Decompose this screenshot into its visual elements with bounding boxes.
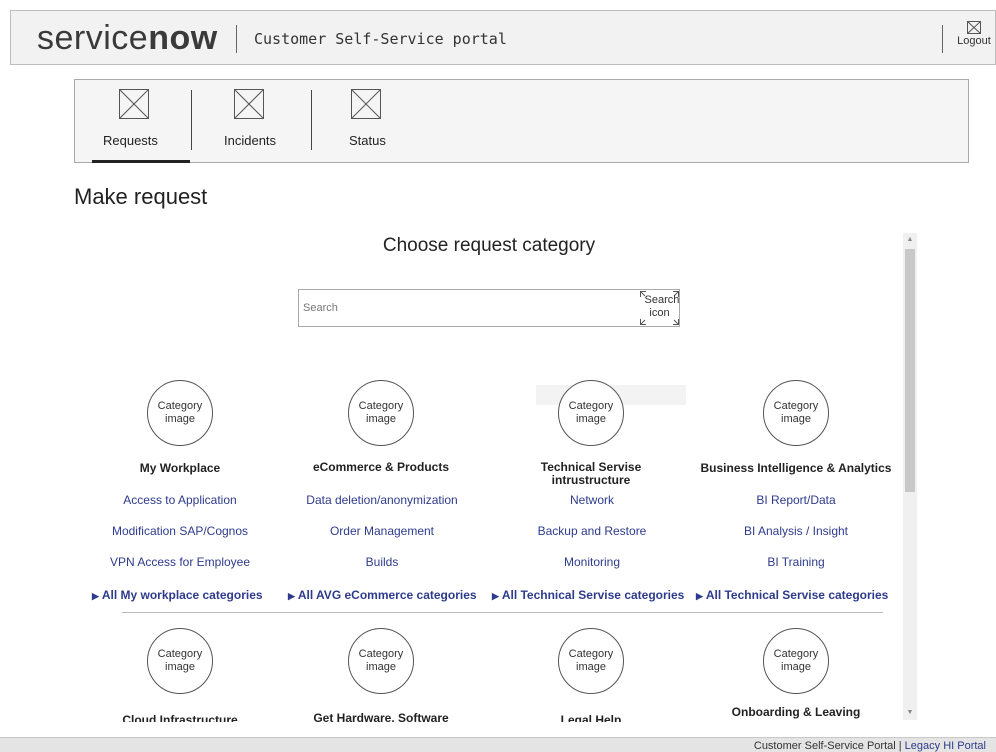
scroll-up-arrow[interactable]: ▲ bbox=[903, 233, 917, 247]
category-title[interactable]: My Workplace bbox=[75, 462, 285, 475]
category-image[interactable]: Category image bbox=[147, 380, 213, 446]
category-panel: Choose request category Search icon Cate… bbox=[74, 228, 920, 722]
category-link[interactable]: BI Report/Data bbox=[691, 493, 901, 507]
footer-portal-label: Customer Self-Service Portal | bbox=[753, 740, 905, 752]
tab-requests-label: Requests bbox=[103, 133, 158, 148]
logo-now-text: now bbox=[148, 19, 218, 57]
search-input[interactable] bbox=[301, 291, 639, 325]
row-divider bbox=[122, 612, 883, 613]
triangle-right-icon: ▶ bbox=[492, 591, 499, 601]
category-link[interactable]: Builds bbox=[277, 555, 487, 569]
all-categories-link[interactable]: ▶ All My workplace categories bbox=[92, 588, 263, 602]
tab-requests[interactable]: Requests bbox=[92, 80, 190, 163]
category-image[interactable]: Category image bbox=[147, 628, 213, 694]
tab-divider bbox=[191, 90, 192, 150]
tab-incidents-label: Incidents bbox=[224, 133, 277, 148]
category-link[interactable]: Monitoring bbox=[487, 555, 697, 569]
scrollbar-thumb[interactable] bbox=[905, 249, 915, 492]
category-link[interactable]: VPN Access for Employee bbox=[75, 555, 285, 569]
category-image[interactable]: Category image bbox=[348, 380, 414, 446]
all-categories-link[interactable]: ▶ All Technical Servise categories bbox=[492, 588, 684, 602]
category-title[interactable]: Business Intelligence & Analytics bbox=[686, 462, 906, 475]
category-link[interactable]: Data deletion/anonymization bbox=[277, 493, 487, 507]
legacy-portal-link[interactable]: Legacy HI Portal bbox=[905, 740, 986, 752]
choose-category-heading: Choose request category bbox=[382, 235, 596, 256]
category-image[interactable]: Category image bbox=[763, 380, 829, 446]
triangle-right-icon: ▶ bbox=[92, 591, 99, 601]
category-link[interactable]: BI Training bbox=[691, 555, 901, 569]
tab-status[interactable]: Status bbox=[333, 80, 403, 163]
all-categories-label: All AVG eCommerce categories bbox=[297, 588, 477, 602]
all-categories-label: All Technical Servise categories bbox=[705, 588, 889, 602]
footer-text: Customer Self-Service Portal | Legacy HI… bbox=[754, 740, 986, 752]
category-title[interactable]: Cloud Infrastructure bbox=[75, 714, 285, 723]
category-image[interactable]: Category image bbox=[763, 628, 829, 694]
status-icon bbox=[351, 89, 381, 119]
portal-title: Customer Self-Service portal bbox=[254, 30, 507, 48]
category-title[interactable]: Legal Help bbox=[486, 714, 696, 723]
triangle-right-icon: ▶ bbox=[696, 591, 703, 601]
incidents-icon bbox=[234, 89, 264, 119]
search-bar: Search icon bbox=[298, 289, 680, 327]
header-divider-right bbox=[942, 25, 943, 53]
category-link[interactable]: Modification SAP/Cognos bbox=[75, 524, 285, 538]
nav-tabs: Requests Incidents Status bbox=[74, 79, 969, 163]
search-button[interactable]: Search icon bbox=[640, 291, 679, 325]
category-link[interactable]: BI Analysis / Insight bbox=[691, 524, 901, 538]
category-title[interactable]: Onboarding & Leaving bbox=[686, 706, 906, 719]
category-link[interactable]: Network bbox=[487, 493, 697, 507]
logout-label: Logout bbox=[957, 35, 991, 47]
category-title[interactable]: Technical Servise intrustructure bbox=[486, 461, 696, 487]
all-categories-link[interactable]: ▶ All AVG eCommerce categories bbox=[288, 588, 477, 602]
page-title: Make request bbox=[74, 184, 208, 209]
logout-button[interactable]: Logout bbox=[951, 21, 996, 47]
logout-icon bbox=[967, 21, 981, 34]
all-categories-label: All My workplace categories bbox=[101, 588, 263, 602]
category-link[interactable]: Order Management bbox=[277, 524, 487, 538]
logo-service-text: service bbox=[37, 19, 149, 57]
header-divider bbox=[236, 25, 237, 53]
triangle-right-icon: ▶ bbox=[288, 591, 295, 601]
category-image[interactable]: Category image bbox=[558, 380, 624, 446]
category-image[interactable]: Category image bbox=[348, 628, 414, 694]
category-link[interactable]: Backup and Restore bbox=[487, 524, 697, 538]
app-header: servicenow Customer Self-Service portal … bbox=[10, 10, 996, 65]
tab-incidents[interactable]: Incidents bbox=[210, 80, 290, 163]
scroll-down-arrow[interactable]: ▼ bbox=[903, 706, 917, 720]
category-link[interactable]: Access to Application bbox=[75, 493, 285, 507]
scrollbar[interactable]: ▲ ▼ bbox=[903, 233, 917, 720]
category-title[interactable]: Get Hardware, Software bbox=[276, 712, 486, 723]
footer: Customer Self-Service Portal | Legacy HI… bbox=[0, 737, 996, 752]
requests-icon bbox=[119, 89, 149, 119]
all-categories-link[interactable]: ▶ All Technical Servise categories bbox=[696, 588, 888, 602]
category-title[interactable]: eCommerce & Products bbox=[276, 461, 486, 474]
category-image[interactable]: Category image bbox=[558, 628, 624, 694]
tab-divider bbox=[311, 90, 312, 150]
servicenow-logo[interactable]: servicenow bbox=[37, 19, 218, 57]
tab-status-label: Status bbox=[349, 133, 386, 148]
all-categories-label: All Technical Servise categories bbox=[501, 588, 685, 602]
search-button-label: Search icon bbox=[644, 294, 680, 319]
